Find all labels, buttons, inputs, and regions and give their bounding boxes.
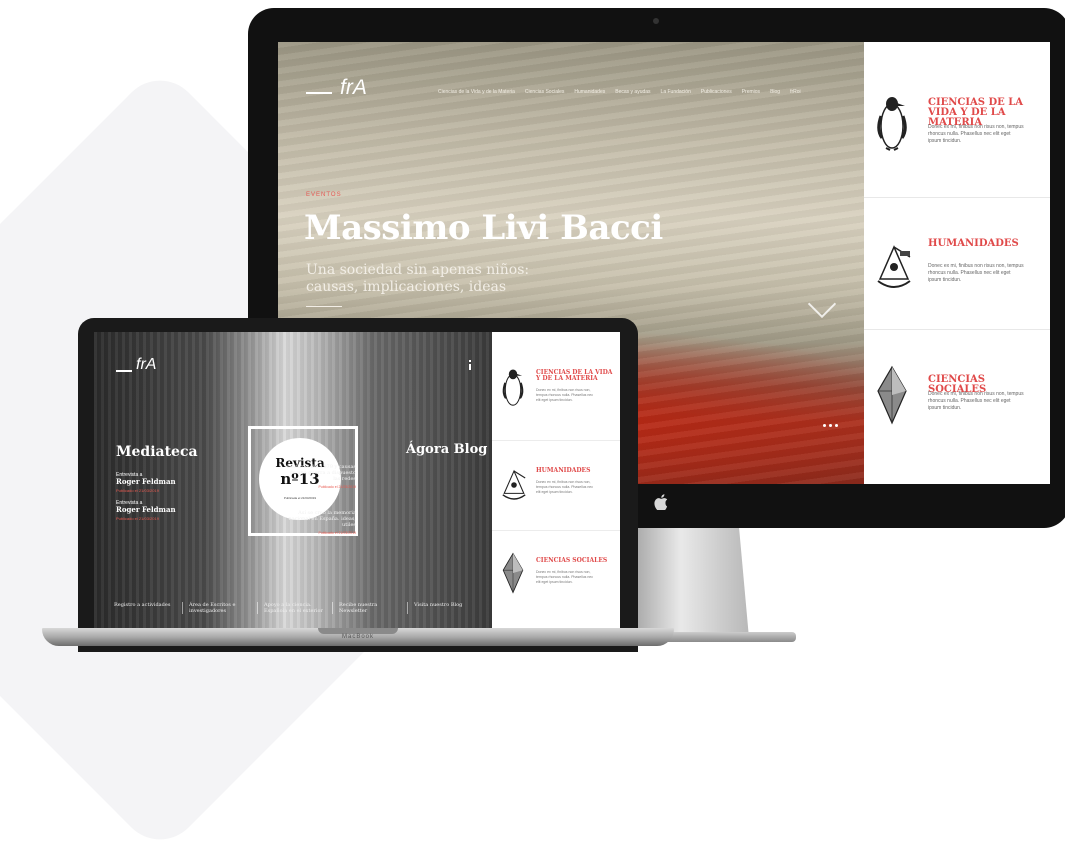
footer-link-newsletter[interactable]: Recibe nuestra Newsletter — [332, 602, 407, 614]
item-name: Roger Feldman — [116, 477, 176, 486]
category-title: HUMANIDADES — [536, 467, 591, 474]
nav-item-frroi[interactable]: frRoi — [790, 89, 801, 95]
blog-item-meta: Publicado el 21/03/2019 — [318, 485, 356, 489]
mediateca-item[interactable]: Entrevista a Roger Feldman Publicado el … — [116, 500, 196, 522]
nav-item-humanidades[interactable]: Humanidades — [574, 89, 605, 95]
sextant-icon — [877, 245, 911, 288]
camera-dot — [653, 18, 659, 24]
hero-divider — [306, 306, 342, 307]
nav-item-sociales[interactable]: Ciencias Sociales — [525, 89, 564, 95]
category-card-vida[interactable]: CIENCIAS DE LA VIDA Y DE LA MATERIA Done… — [492, 332, 620, 441]
item-meta: Publicado el 21/03/2019 — [116, 516, 159, 521]
nav-item-vida[interactable]: Ciencias de la Vida y de la Materia — [438, 89, 515, 95]
category-body: Donec ex mi, finibus non risus non, temp… — [536, 480, 594, 494]
slider-dots[interactable] — [823, 424, 838, 427]
category-card-sociales[interactable]: CIENCIAS SOCIALES Donec ex mi, finibus n… — [492, 530, 620, 632]
category-body: Donec ex mi, finibus non risus non, temp… — [536, 388, 594, 402]
footer-link-escritos[interactable]: Área de Escritos e investigadores — [182, 602, 257, 614]
logo-line — [306, 92, 332, 94]
site-logo[interactable]: frA — [136, 356, 156, 374]
chevron-down-icon[interactable] — [807, 289, 837, 319]
mediateca-title[interactable]: Mediateca — [116, 444, 198, 460]
main-nav: Ciencias de la Vida y de la Materia Cien… — [438, 89, 801, 95]
category-title: HUMANIDADES — [928, 238, 1019, 249]
footer-link-apoyo[interactable]: Apoyo a la ciencia. Española en el exter… — [257, 602, 332, 614]
category-sidebar: CIENCIAS DE LA VIDA Y DE LA MATERIA Done… — [864, 42, 1050, 484]
waterfall-hero: frA Mediateca Entrevista a Roger Feldman… — [94, 332, 492, 632]
footer-link-blog[interactable]: Visita nuestro Blog — [407, 602, 482, 614]
macbook-screen: frA Mediateca Entrevista a Roger Feldman… — [94, 332, 620, 632]
category-title: CIENCIAS SOCIALES — [536, 557, 608, 564]
hero-title[interactable]: Massimo Livi Bacci — [304, 208, 663, 248]
macbook-device: frA Mediateca Entrevista a Roger Feldman… — [78, 318, 638, 652]
penguin-icon — [502, 369, 524, 406]
macbook-label: MacBook — [341, 634, 374, 640]
category-body: Donec ex mi, finibus non risus non, temp… — [928, 124, 1024, 144]
blog-item[interactable]: Así se creó la memoria nacional en Españ… — [286, 510, 356, 536]
crystal-icon — [502, 552, 524, 594]
category-body: Donec ex mi, finibus non risus non, temp… — [928, 263, 1024, 283]
apple-logo-icon — [654, 494, 668, 510]
revista-meta: Publicada el 21/03/2019 — [283, 496, 317, 500]
footer-link-registro[interactable]: Registro a actividades — [114, 602, 182, 614]
category-card-sociales[interactable]: CIENCIAS SOCIALES Donec ex mi, finibus n… — [864, 329, 1050, 484]
item-meta: Publicado el 21/03/2019 — [116, 488, 159, 493]
blog-item-text: Así se creó la memoria nacional en Españ… — [288, 510, 356, 528]
logo-line — [116, 370, 132, 372]
blog-title[interactable]: Ágora Blog — [406, 442, 487, 457]
category-card-humanidades[interactable]: HUMANIDADES Donec ex mi, finibus non ris… — [864, 197, 1050, 330]
category-title: CIENCIAS DE LA VIDA Y DE LA MATERIA — [536, 369, 613, 382]
category-card-vida[interactable]: CIENCIAS DE LA VIDA Y DE LA MATERIA Done… — [864, 42, 1050, 198]
item-name: Roger Feldman — [116, 505, 176, 514]
nav-item-fundacion[interactable]: La Fundación — [661, 89, 691, 95]
site-logo[interactable]: frA — [340, 76, 367, 100]
hero-subtitle: Una sociedad sin apenas niños: causas, i… — [306, 262, 530, 295]
imac-stand — [625, 528, 749, 638]
blog-item-meta: Publicado el 21/03/2019 — [318, 531, 356, 535]
penguin-icon — [877, 97, 907, 151]
nav-item-publicaciones[interactable]: Publicaciones — [701, 89, 732, 95]
nav-item-premios[interactable]: Premios — [742, 89, 760, 95]
mediateca-item[interactable]: Entrevista a Roger Feldman Publicado el … — [116, 472, 196, 494]
nav-item-becas[interactable]: Becas y ayudas — [615, 89, 650, 95]
category-body: Donec ex mi, finibus non risus non, temp… — [536, 570, 594, 584]
footer-links: Registro a actividades Área de Escritos … — [114, 602, 482, 614]
blog-item-text: Lecturas del 1979 y causas de una guerra… — [286, 464, 356, 482]
hero-tag: EVENTOS — [306, 192, 342, 198]
menu-icon[interactable] — [466, 360, 474, 370]
nav-item-blog[interactable]: Blog — [770, 89, 780, 95]
category-body: Donec ex mi, finibus non risus non, temp… — [928, 391, 1024, 411]
category-sidebar: CIENCIAS DE LA VIDA Y DE LA MATERIA Done… — [492, 332, 620, 632]
sextant-icon — [502, 469, 526, 500]
blog-item[interactable]: Lecturas del 1979 y causas de una guerra… — [286, 464, 356, 490]
category-card-humanidades[interactable]: HUMANIDADES Donec ex mi, finibus non ris… — [492, 440, 620, 531]
crystal-icon — [877, 365, 907, 425]
